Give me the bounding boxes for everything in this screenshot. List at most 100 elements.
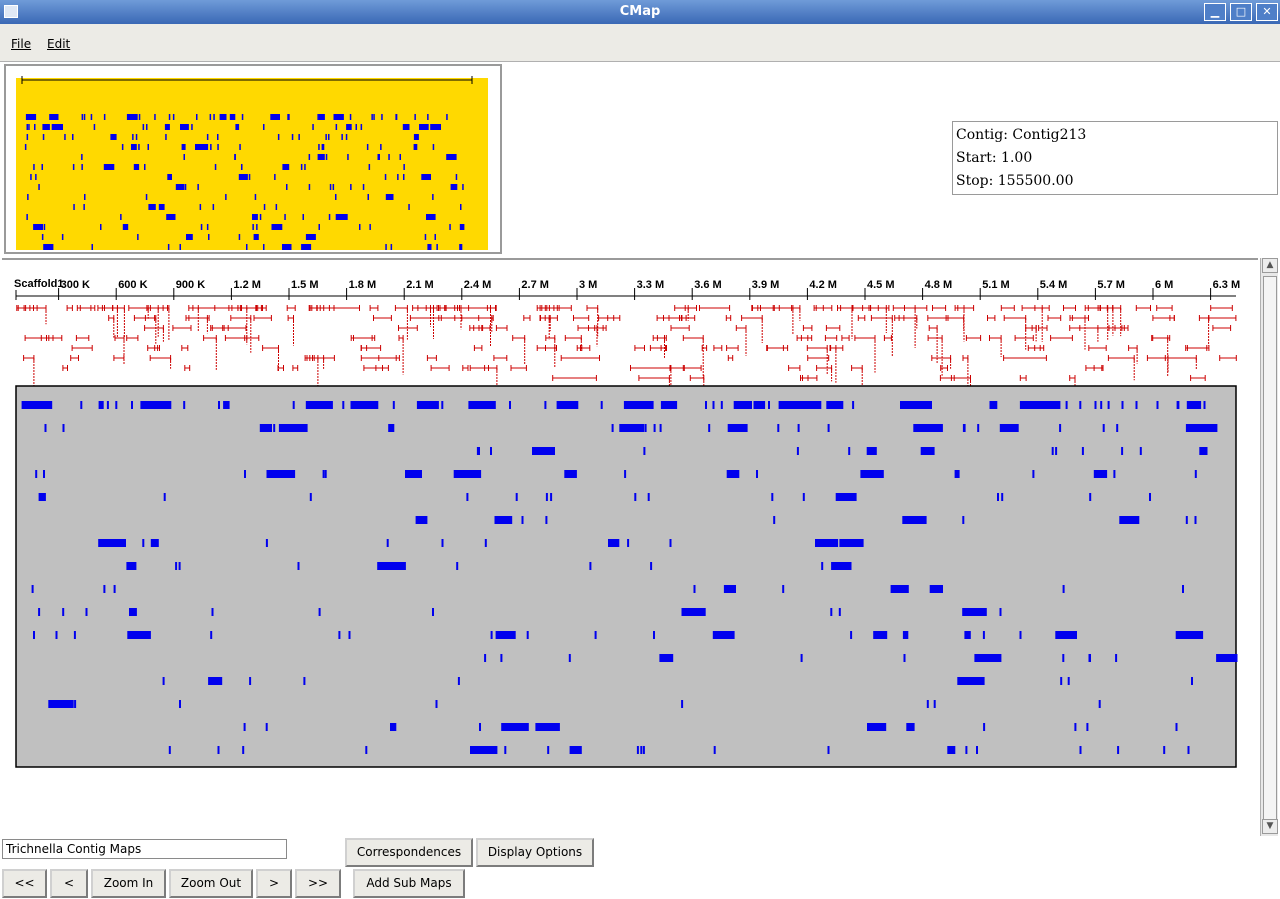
main-map-view[interactable]: Scaffold1 300 K 600 K 900 K 1.2 M 1.5 M 1.8 M 2… bbox=[2, 258, 1258, 836]
contig-block bbox=[569, 746, 582, 754]
menu-file[interactable]: File bbox=[11, 37, 31, 51]
overview-panel[interactable] bbox=[4, 64, 502, 254]
overview-contig bbox=[241, 114, 244, 120]
contig-block bbox=[470, 746, 498, 754]
read-interval bbox=[262, 345, 279, 372]
contig-block bbox=[556, 401, 579, 409]
read-interval bbox=[552, 375, 597, 381]
contig-block bbox=[488, 401, 491, 409]
read-interval bbox=[482, 325, 491, 331]
read-interval bbox=[394, 305, 408, 340]
scaffold-tick-label: 4.2 M bbox=[809, 279, 837, 291]
scaffold-map[interactable]: Scaffold1300 K 600 K 900 K 1.2 M 1.5 M 1.8 M 2… bbox=[2, 260, 1258, 836]
last-button[interactable]: >> bbox=[295, 869, 341, 898]
read-interval bbox=[203, 335, 217, 370]
overview-contig bbox=[424, 234, 427, 240]
overview-contig bbox=[263, 124, 265, 130]
overview-contig bbox=[325, 154, 328, 160]
scroll-up-icon[interactable]: ▲ bbox=[1262, 258, 1278, 273]
overview-contig bbox=[446, 154, 457, 160]
correspondences-button[interactable]: Correspondences bbox=[345, 838, 473, 867]
contig-block bbox=[963, 424, 966, 432]
read-interval bbox=[699, 305, 731, 311]
scroll-thumb[interactable] bbox=[1263, 276, 1277, 824]
overview-contig bbox=[355, 124, 357, 130]
overview-contig bbox=[234, 154, 236, 160]
overview-contig bbox=[33, 224, 43, 230]
contig-block bbox=[1115, 654, 1118, 662]
read-interval bbox=[806, 345, 828, 374]
menu-edit[interactable]: Edit bbox=[47, 37, 70, 51]
contig-block bbox=[800, 654, 803, 662]
contig-block bbox=[386, 539, 389, 547]
contig-block bbox=[796, 447, 799, 455]
scaffold-tick-label: 3.6 M bbox=[694, 279, 722, 291]
read-interval bbox=[71, 345, 93, 351]
contig-block bbox=[756, 470, 758, 478]
contig-block bbox=[456, 562, 459, 570]
contig-block bbox=[1100, 401, 1103, 409]
contig-block bbox=[1089, 493, 1092, 501]
read-interval bbox=[1152, 335, 1171, 341]
add-sub-maps-button[interactable]: Add Sub Maps bbox=[353, 869, 465, 898]
overview-contig bbox=[183, 154, 185, 160]
contig-block bbox=[640, 746, 643, 754]
overview-contig bbox=[449, 224, 451, 230]
overview-contig bbox=[81, 114, 84, 120]
contig-block bbox=[338, 631, 341, 639]
overview-contig bbox=[132, 134, 134, 140]
scroll-down-icon[interactable]: ▼ bbox=[1262, 819, 1278, 834]
next-button[interactable]: > bbox=[256, 869, 292, 898]
overview-contig bbox=[83, 114, 86, 120]
vertical-scrollbar[interactable]: ▲ ▼ bbox=[1260, 258, 1278, 836]
zoom-out-button[interactable]: Zoom Out bbox=[169, 869, 253, 898]
menu-bar: File Edit bbox=[0, 24, 1280, 62]
prev-button[interactable]: < bbox=[50, 869, 88, 898]
maximize-icon[interactable]: □ bbox=[1230, 3, 1252, 21]
close-icon[interactable]: ✕ bbox=[1256, 3, 1278, 21]
overview-map[interactable] bbox=[16, 76, 488, 250]
read-interval bbox=[852, 305, 871, 311]
display-options-button[interactable]: Display Options bbox=[476, 838, 594, 867]
contig-block bbox=[126, 562, 137, 570]
overview-contig bbox=[42, 134, 45, 140]
contig-block bbox=[962, 516, 965, 524]
contig-start: Start: 1.00 bbox=[956, 150, 1033, 166]
contig-block bbox=[768, 401, 770, 409]
read-interval bbox=[573, 315, 590, 321]
contig-block bbox=[348, 631, 351, 639]
overview-contig bbox=[175, 184, 185, 190]
read-interval bbox=[788, 365, 801, 371]
scaffold-tick-label: 1.8 M bbox=[349, 279, 377, 291]
read-interval bbox=[1185, 345, 1208, 351]
overview-contig bbox=[238, 234, 241, 240]
contig-block bbox=[142, 539, 145, 547]
overview-contig bbox=[350, 184, 352, 190]
first-button[interactable]: << bbox=[2, 869, 47, 898]
minimize-icon[interactable]: ▁ bbox=[1204, 3, 1226, 21]
read-interval bbox=[172, 325, 192, 331]
contig-block bbox=[106, 401, 109, 409]
map-name-field[interactable]: Trichnella Contig Maps bbox=[2, 839, 287, 859]
contig-block bbox=[1102, 424, 1105, 432]
overview-contig bbox=[38, 184, 40, 190]
read-interval bbox=[373, 315, 392, 321]
overview-contig bbox=[81, 154, 83, 160]
contig-block bbox=[1062, 654, 1065, 662]
read-interval bbox=[898, 315, 918, 329]
contig-block bbox=[954, 470, 960, 478]
zoom-in-button[interactable]: Zoom In bbox=[91, 869, 166, 898]
overview-contig bbox=[318, 114, 325, 120]
read-interval bbox=[112, 305, 125, 339]
overview-contig bbox=[217, 134, 219, 140]
scaffold-tick-label: 2.4 M bbox=[464, 279, 492, 291]
contig-block bbox=[621, 424, 624, 432]
overview-contig bbox=[277, 134, 280, 140]
contig-block bbox=[148, 631, 151, 639]
contig-block bbox=[309, 493, 312, 501]
read-interval bbox=[726, 345, 739, 351]
overview-contig bbox=[345, 134, 348, 140]
contig-block bbox=[217, 746, 220, 754]
read-interval bbox=[126, 335, 139, 341]
contig-block bbox=[827, 746, 830, 754]
